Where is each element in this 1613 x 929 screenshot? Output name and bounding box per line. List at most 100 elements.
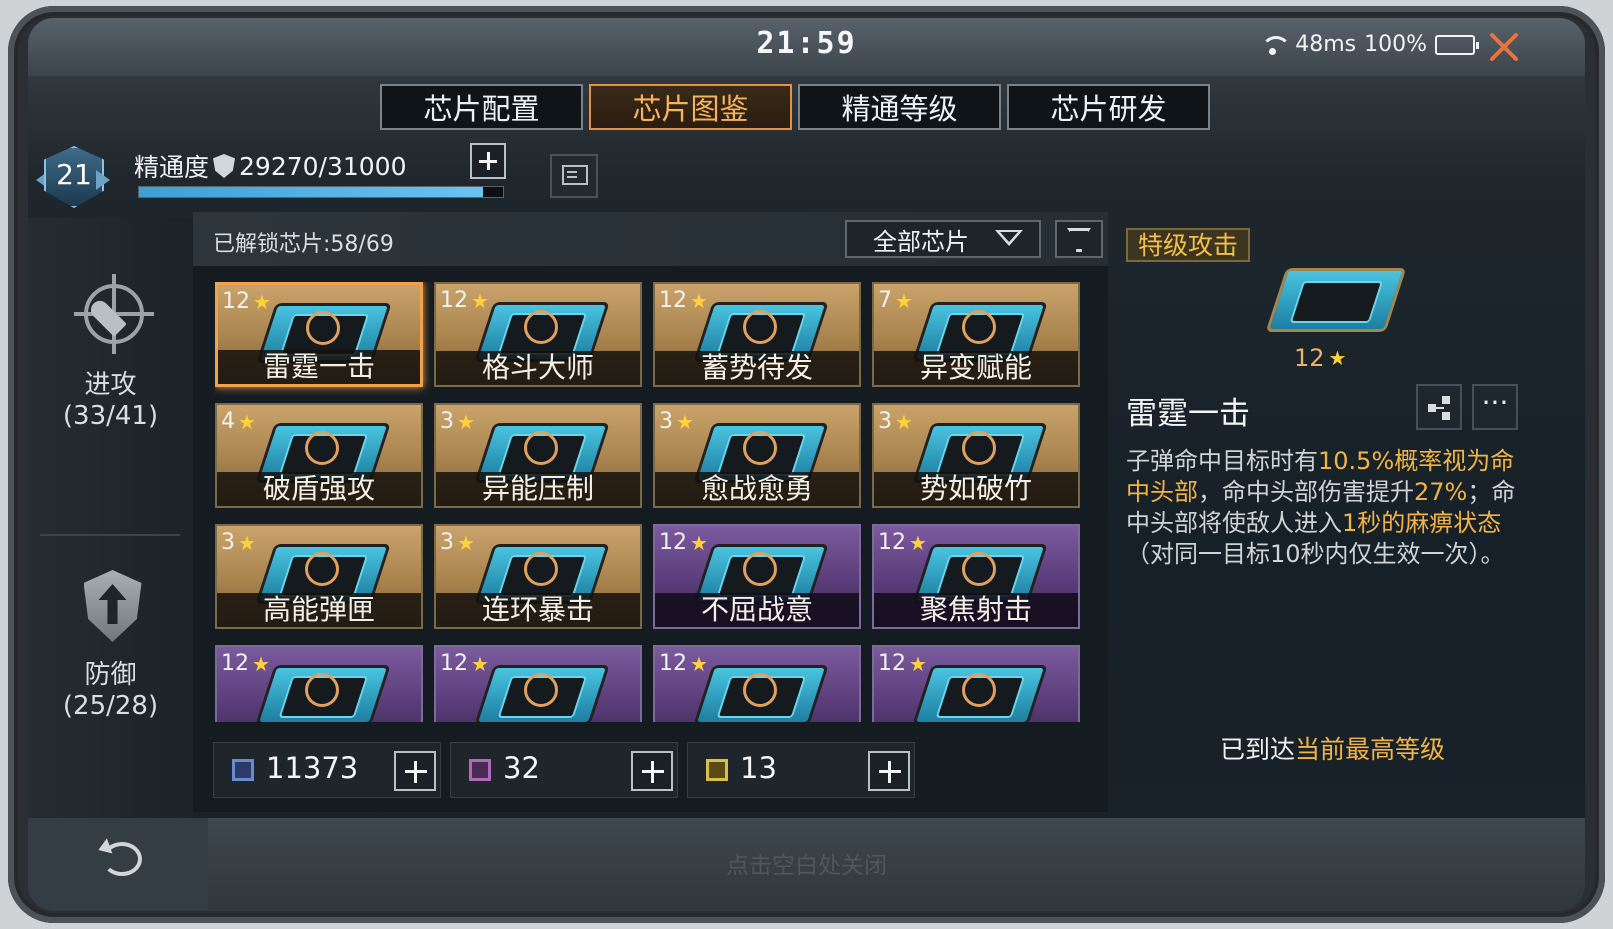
chip-tag: 特级攻击 bbox=[1126, 228, 1251, 262]
chip-glyph-icon bbox=[524, 431, 558, 465]
chip-card[interactable]: 12 ★ 雷霆一击 bbox=[215, 282, 423, 387]
star-icon: ★ bbox=[690, 288, 708, 313]
chip-card[interactable]: 3 ★ 异能压制 bbox=[434, 403, 642, 508]
category-attack-label: 进攻 bbox=[84, 370, 137, 400]
currency-gold: 13 bbox=[687, 742, 915, 798]
chip-card[interactable]: 12 ★ 格斗大师 bbox=[434, 282, 642, 387]
chip-glyph-icon bbox=[743, 552, 777, 586]
chip-card[interactable]: 12 ★ bbox=[653, 645, 861, 722]
ping-value: 48ms bbox=[1295, 32, 1357, 57]
close-hint[interactable]: 点击空白处关闭 bbox=[28, 846, 1585, 880]
chip-card[interactable]: 3 ★ 连环暴击 bbox=[434, 524, 642, 629]
mastery-label: 精通度 29270/31000 bbox=[134, 148, 407, 184]
chip-card[interactable]: 4 ★ 破盾强攻 bbox=[215, 403, 423, 508]
tab-mastery-level[interactable]: 精通等级 bbox=[798, 84, 1001, 130]
mastery-progress-fill bbox=[139, 187, 483, 197]
funnel-icon bbox=[1067, 228, 1091, 252]
mastery-add-button[interactable] bbox=[470, 143, 506, 179]
tab-chip-config[interactable]: 芯片配置 bbox=[380, 84, 583, 130]
mastery-title: 精通度 bbox=[134, 153, 210, 182]
chip-glyph-icon bbox=[743, 310, 777, 344]
chevron-down-icon bbox=[995, 230, 1023, 248]
chip-card[interactable]: 12 ★ 不屈战意 bbox=[653, 524, 861, 629]
blue-chip-icon bbox=[232, 759, 254, 781]
star-icon: ★ bbox=[253, 289, 271, 314]
star-icon: ★ bbox=[895, 409, 913, 434]
chip-card[interactable]: 12 ★ bbox=[215, 645, 423, 722]
close-icon[interactable] bbox=[1485, 28, 1523, 66]
category-sidebar: 进攻 (33/41) 防御 (25/28) bbox=[28, 218, 193, 818]
filter-button[interactable] bbox=[1055, 220, 1103, 258]
star-icon: ★ bbox=[1328, 346, 1347, 370]
chip-card[interactable]: 12 ★ bbox=[872, 645, 1080, 722]
chip-card[interactable]: 12 ★ bbox=[434, 645, 642, 722]
chip-large-icon bbox=[1265, 268, 1407, 332]
chip-glyph-icon bbox=[962, 431, 996, 465]
chip-filter-select[interactable]: 全部芯片 bbox=[845, 220, 1041, 258]
skill-tree-button[interactable] bbox=[1416, 384, 1462, 430]
star-icon: ★ bbox=[909, 651, 927, 676]
chip-glyph-icon bbox=[962, 673, 996, 707]
chip-detail-name: 雷霆一击 bbox=[1126, 396, 1250, 432]
status-bar: 21:59 48ms 100% bbox=[28, 18, 1585, 76]
currency-purple: 32 bbox=[450, 742, 678, 798]
star-icon: ★ bbox=[252, 651, 270, 676]
star-icon: ★ bbox=[238, 409, 256, 434]
chip-name: 势如破竹 bbox=[874, 472, 1078, 506]
chip-card[interactable]: 7 ★ 异变赋能 bbox=[872, 282, 1080, 387]
chip-description: 子弹命中目标时有10.5%概率视为命中头部，命中头部伤害提升27%；命中头部将使… bbox=[1126, 447, 1516, 568]
currency-gold-add-button[interactable] bbox=[868, 751, 910, 791]
tab-chip-research[interactable]: 芯片研发 bbox=[1007, 84, 1210, 130]
chip-level: 12 ★ bbox=[440, 288, 489, 313]
chip-glyph-icon bbox=[524, 673, 558, 707]
chip-filter-value: 全部芯片 bbox=[873, 227, 969, 256]
chip-level: 12 ★ bbox=[221, 651, 270, 676]
chip-card[interactable]: 12 ★ 聚焦射击 bbox=[872, 524, 1080, 629]
tab-chip-codex[interactable]: 芯片图鉴 bbox=[589, 84, 792, 130]
chip-glyph-icon bbox=[305, 552, 339, 586]
chip-card-list: 12 ★ 雷霆一击 12 ★ 格斗大师 12 ★ 蓄势待发 7 ★ 异变赋能 4 ★ 破盾强攻 3 ★ 异能压制 3… bbox=[215, 282, 1095, 722]
chip-level: 7 ★ bbox=[878, 288, 913, 313]
wifi-icon bbox=[1259, 34, 1292, 56]
chip-card[interactable]: 12 ★ 蓄势待发 bbox=[653, 282, 861, 387]
star-icon: ★ bbox=[909, 530, 927, 555]
info-card-button[interactable] bbox=[550, 154, 598, 198]
mastery-level-badge: 21 bbox=[36, 140, 114, 218]
chip-name: 蓄势待发 bbox=[655, 351, 859, 385]
currency-blue-add-button[interactable] bbox=[394, 751, 436, 791]
chip-level: 3 ★ bbox=[440, 409, 475, 434]
chip-glyph-icon bbox=[743, 673, 777, 707]
category-defense[interactable]: 防御 (25/28) bbox=[28, 568, 193, 721]
chip-name: 异能压制 bbox=[436, 472, 640, 506]
chip-detail-panel: 特级攻击 12 ★ 雷霆一击 ··· 子弹命中目标时有10.5%概率视为命中头部… bbox=[1126, 218, 1566, 818]
currency-purple-add-button[interactable] bbox=[631, 751, 673, 791]
chip-card[interactable]: 3 ★ 愈战愈勇 bbox=[653, 403, 861, 508]
chip-level: 12 ★ bbox=[878, 530, 927, 555]
chip-grid-panel: 已解锁芯片:58/69 全部芯片 12 ★ 雷霆一击 12 ★ 格斗大师 12 ★ 蓄势待发 7 ★… bbox=[193, 212, 1108, 812]
currency-gold-value: 13 bbox=[740, 751, 777, 785]
chip-level: 12 ★ bbox=[440, 651, 489, 676]
star-icon: ★ bbox=[457, 409, 475, 434]
category-attack[interactable]: 进攻 (33/41) bbox=[28, 274, 193, 431]
star-icon: ★ bbox=[471, 288, 489, 313]
category-defense-count: (25/28) bbox=[62, 691, 159, 721]
chip-name: 雷霆一击 bbox=[218, 350, 420, 384]
chip-level: 3 ★ bbox=[440, 530, 475, 555]
chip-card[interactable]: 3 ★ 势如破竹 bbox=[872, 403, 1080, 508]
tree-icon bbox=[1428, 396, 1452, 418]
more-options-button[interactable]: ··· bbox=[1472, 384, 1518, 430]
chip-glyph-icon bbox=[305, 673, 339, 707]
battery-value: 100% bbox=[1364, 32, 1427, 57]
chip-name: 不屈战意 bbox=[655, 593, 859, 627]
currency-blue: 11373 bbox=[213, 742, 441, 798]
chip-glyph-icon bbox=[524, 552, 558, 586]
chip-name: 聚焦射击 bbox=[874, 593, 1078, 627]
shield-icon bbox=[83, 570, 142, 642]
chip-card[interactable]: 3 ★ 高能弹匣 bbox=[215, 524, 423, 629]
chip-name: 格斗大师 bbox=[436, 351, 640, 385]
mastery-shield-icon bbox=[213, 154, 236, 178]
chip-level: 12 ★ bbox=[878, 651, 927, 676]
game-screen: 21:59 48ms 100% 芯片配置 芯片图鉴 精通等级 芯片研发 21 精… bbox=[28, 18, 1585, 911]
tab-bar: 芯片配置 芯片图鉴 精通等级 芯片研发 bbox=[380, 84, 1210, 130]
chip-level: 3 ★ bbox=[878, 409, 913, 434]
